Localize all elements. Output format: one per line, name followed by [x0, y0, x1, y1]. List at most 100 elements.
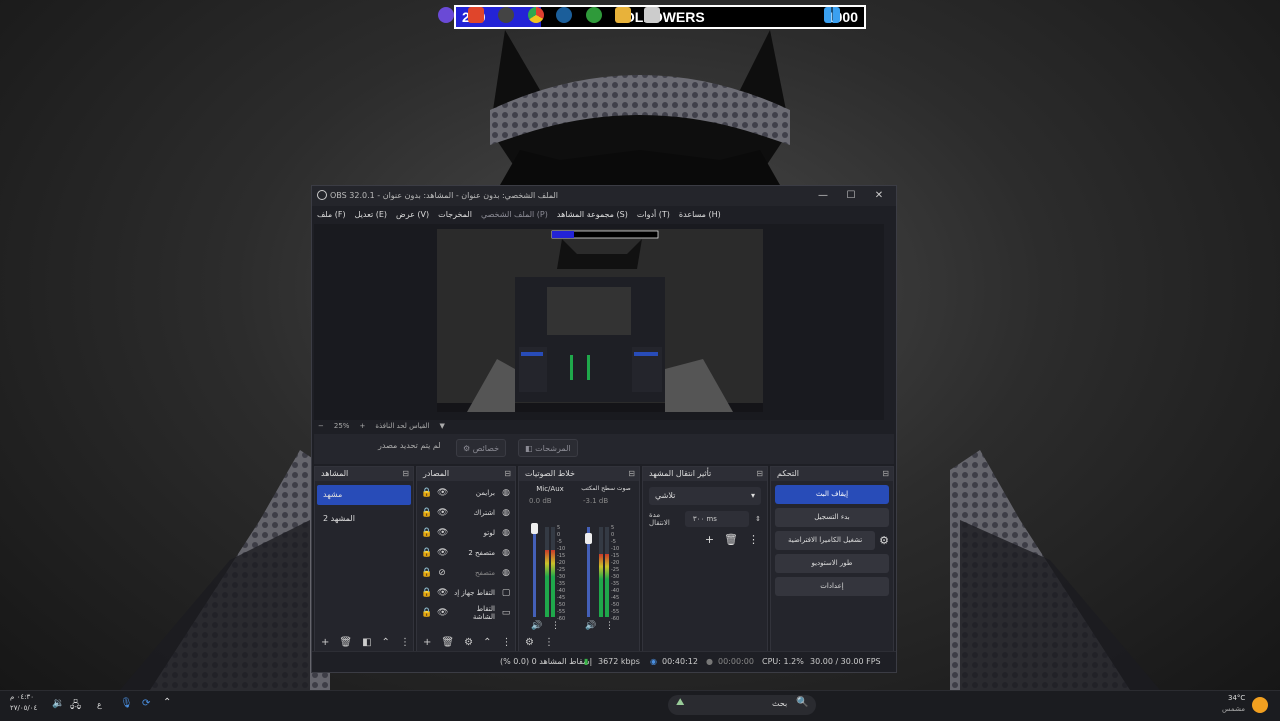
volume-fader[interactable] [585, 527, 592, 617]
add-icon[interactable]: + [705, 533, 714, 546]
more-icon[interactable]: ⋮ [544, 637, 554, 648]
lock-icon[interactable]: 🔒 [421, 548, 432, 558]
filter-icon[interactable]: ◧ [362, 637, 371, 648]
menu-help[interactable]: مساعدة (H) [679, 210, 721, 219]
discord-icon[interactable] [438, 7, 454, 23]
microphone-icon[interactable]: 🎙 [120, 698, 133, 709]
source-item[interactable]: 🔒 ⊘ متصفح ◍ [417, 563, 515, 583]
gear-icon[interactable]: ⚙ [525, 637, 534, 648]
speaker-icon[interactable]: 🔊 [531, 621, 542, 631]
eye-icon[interactable]: 👁 [437, 588, 448, 598]
undock-icon[interactable]: ⊟ [402, 467, 409, 481]
chrome-icon[interactable] [528, 7, 544, 23]
menu-profile[interactable]: الملف الشخصي (P) [481, 210, 548, 219]
add-icon[interactable]: + [321, 637, 329, 648]
gear-icon[interactable]: ⚙ [879, 534, 889, 547]
filters-button[interactable]: ◧ المرشحات [518, 439, 578, 457]
brave-icon[interactable] [468, 7, 484, 23]
sync-icon[interactable]: ⟳ [142, 698, 150, 709]
undock-icon[interactable]: ⊟ [504, 467, 511, 481]
menu-docks[interactable]: المخرجات [438, 210, 472, 219]
settings-button[interactable]: إعدادات [775, 577, 889, 596]
more-icon[interactable]: ⋮ [551, 621, 560, 631]
chevron-up-icon[interactable]: ⌃ [483, 637, 491, 648]
eye-icon[interactable]: 👁 [437, 608, 448, 618]
sun-icon[interactable] [1252, 697, 1268, 713]
fader-knob[interactable] [531, 523, 538, 534]
weather-desc[interactable]: مشمس [1222, 705, 1245, 713]
file-explorer-icon[interactable] [615, 7, 631, 23]
lock-icon[interactable]: 🔒 [421, 588, 432, 598]
fader-knob[interactable] [585, 533, 592, 544]
add-icon[interactable]: + [423, 637, 431, 648]
trash-icon[interactable]: 🗑 [339, 637, 352, 648]
undock-icon[interactable]: ⊟ [882, 467, 889, 481]
undock-icon[interactable]: ⊟ [756, 467, 763, 481]
trash-icon[interactable]: 🗑 [724, 533, 738, 546]
source-item[interactable]: 🔒 👁 لوتو ◍ [417, 523, 515, 543]
xbox-icon[interactable] [586, 7, 602, 23]
start-recording-button[interactable]: بدء التسجيل [775, 508, 889, 527]
chevron-up-icon[interactable]: ⌃ [163, 697, 171, 708]
zoom-out-button[interactable]: − [318, 422, 324, 430]
menu-view[interactable]: عرض (V) [396, 210, 429, 219]
gear-icon[interactable]: ⚙ [464, 637, 473, 648]
lock-icon[interactable]: 🔒 [421, 568, 432, 578]
minimize-button[interactable]: — [810, 188, 836, 204]
menu-edit[interactable]: تعديل (E) [355, 210, 387, 219]
stop-streaming-button[interactable]: إيقاف البث [775, 485, 889, 504]
lock-icon[interactable]: 🔒 [421, 608, 432, 618]
scene-item[interactable]: المشهد 2 [317, 509, 411, 529]
maximize-button[interactable]: ☐ [838, 188, 864, 204]
more-icon[interactable]: ⋮ [501, 637, 511, 648]
eye-icon[interactable]: 👁 [437, 548, 448, 558]
source-item[interactable]: 🔒 👁 برايمن ◍ [417, 483, 515, 503]
volume-icon[interactable]: 🔉 [52, 698, 64, 709]
speaker-icon[interactable]: 🔊 [585, 621, 596, 631]
lock-icon[interactable]: 🔒 [421, 488, 432, 498]
studio-mode-button[interactable]: طور الاستوديو [775, 554, 889, 573]
undock-icon[interactable]: ⊟ [628, 467, 635, 481]
preview-area[interactable] [314, 224, 884, 420]
chevron-down-icon[interactable]: ▼ [440, 422, 445, 430]
store-icon[interactable] [644, 7, 660, 23]
trash-icon[interactable]: 🗑 [441, 637, 454, 648]
title-bar[interactable]: OBS 32.0.1 - الملف الشخصي: بدون عنوان - … [312, 186, 896, 206]
obs-app-icon[interactable] [498, 7, 514, 23]
eye-icon[interactable]: 👁 [437, 528, 448, 538]
lock-icon[interactable]: 🔒 [421, 508, 432, 518]
more-icon[interactable]: ⋮ [400, 637, 410, 648]
chevron-up-icon[interactable]: ⌃ [382, 637, 390, 648]
zoom-fit-select[interactable]: القياس لحد النافذة [375, 422, 429, 430]
eye-off-icon[interactable]: ⊘ [437, 568, 447, 578]
scene-item[interactable]: مشهد [317, 485, 411, 505]
network-icon[interactable]: 🖧 [70, 698, 81, 715]
properties-button[interactable]: ⚙ خصائص [456, 439, 507, 457]
transition-select[interactable]: تلاشي ▾ [649, 487, 761, 505]
menu-tools[interactable]: أدوات (T) [637, 210, 670, 219]
source-item[interactable]: 🔒 👁 التقاط جهاز إد ▢ [417, 583, 515, 603]
source-item[interactable]: 🔒 👁 التقاط الشاشة ▭ [417, 603, 515, 623]
eye-icon[interactable]: 👁 [437, 488, 448, 498]
steam-icon[interactable] [556, 7, 572, 23]
spinner-icon[interactable]: ⇕ [755, 515, 761, 523]
clock-time[interactable]: ٠٤:٣٠ م [10, 693, 34, 701]
menu-scene-collection[interactable]: مجموعة المشاهد (S) [557, 210, 628, 219]
duration-input[interactable]: ٣٠٠ ms [684, 511, 750, 527]
source-item[interactable]: 🔒 👁 اشتراك ◍ [417, 503, 515, 523]
more-icon[interactable]: ⋮ [748, 533, 759, 546]
source-item[interactable]: 🔒 👁 متصفح 2 ◍ [417, 543, 515, 563]
preview-canvas[interactable] [437, 229, 763, 412]
volume-fader[interactable] [531, 523, 538, 617]
eye-icon[interactable]: 👁 [437, 508, 448, 518]
more-icon[interactable]: ⋮ [605, 621, 614, 631]
zoom-in-button[interactable]: + [359, 422, 365, 430]
start-icon[interactable] [824, 7, 840, 23]
lock-icon[interactable]: 🔒 [421, 528, 432, 538]
close-button[interactable]: ✕ [866, 188, 892, 204]
search-input[interactable] [668, 695, 816, 715]
clock-date[interactable]: ٢٧/٠٥/٠٤ [10, 704, 37, 712]
menu-file[interactable]: ملف (F) [317, 210, 346, 219]
virtual-camera-button[interactable]: تشغيل الكاميرا الافتراضية [775, 531, 876, 550]
weather-temp[interactable]: 34°C [1228, 694, 1245, 702]
